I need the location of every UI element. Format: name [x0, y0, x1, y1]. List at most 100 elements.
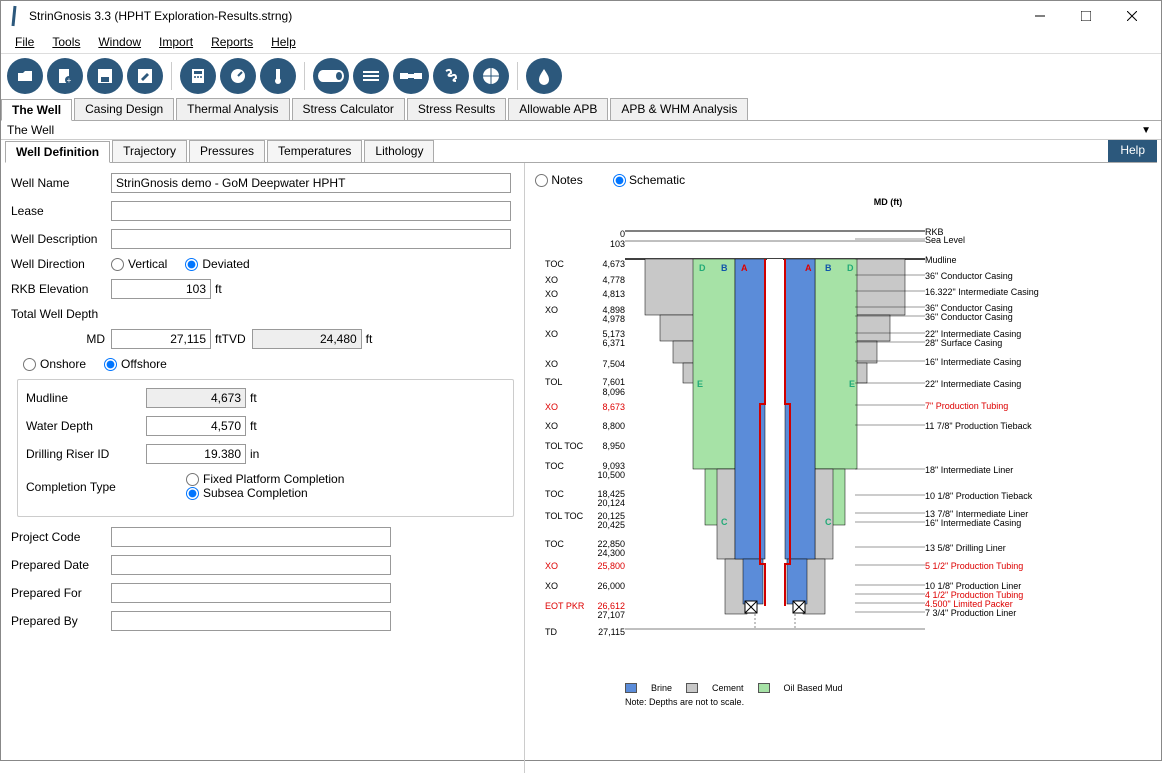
- menu-file[interactable]: File: [7, 33, 42, 51]
- temp-icon[interactable]: [260, 58, 296, 94]
- radio-subsea-completion[interactable]: Subsea Completion: [186, 486, 344, 500]
- riser-unit: in: [250, 447, 259, 461]
- mudline-input: [146, 388, 246, 408]
- mudline-unit: ft: [250, 391, 257, 405]
- gauge-icon[interactable]: [220, 58, 256, 94]
- lease-input[interactable]: [111, 201, 511, 221]
- depth-label: 27,107: [535, 610, 625, 620]
- prepared-date-input[interactable]: [111, 555, 391, 575]
- svg-text:A: A: [805, 263, 812, 273]
- radio-deviated[interactable]: Deviated: [185, 257, 249, 271]
- maximize-button[interactable]: [1063, 1, 1109, 31]
- toolbar: +: [1, 54, 1161, 98]
- casing-icon[interactable]: [313, 58, 349, 94]
- menu-reports[interactable]: Reports: [203, 33, 261, 51]
- md-input[interactable]: [111, 329, 211, 349]
- component-label: 28" Surface Casing: [925, 338, 1095, 348]
- tvd-input: [252, 329, 362, 349]
- tab-apb-whm[interactable]: APB & WHM Analysis: [610, 98, 748, 120]
- depth-label: 0: [535, 229, 625, 239]
- component-label: 7 3/4" Production Liner: [925, 608, 1095, 618]
- depth-label: TD27,115: [535, 627, 625, 637]
- prepared-for-input[interactable]: [111, 583, 391, 603]
- prepared-by-input[interactable]: [111, 611, 391, 631]
- tab-the-well[interactable]: The Well: [1, 99, 72, 121]
- svg-text:B: B: [721, 263, 728, 273]
- prepared-for-label: Prepared For: [11, 586, 111, 600]
- rkb-input[interactable]: [111, 279, 211, 299]
- radio-vertical[interactable]: Vertical: [111, 257, 167, 271]
- subtab-trajectory[interactable]: Trajectory: [112, 140, 187, 162]
- mudline-label: Mudline: [26, 391, 146, 405]
- new-icon[interactable]: +: [47, 58, 83, 94]
- component-label: 11 7/8" Production Tieback: [925, 421, 1095, 431]
- panel-title: The Well: [7, 123, 1137, 137]
- menu-tools[interactable]: Tools: [44, 33, 88, 51]
- menu-import[interactable]: Import: [151, 33, 201, 51]
- radio-schematic[interactable]: Schematic: [613, 173, 685, 187]
- spring-icon[interactable]: [433, 58, 469, 94]
- tvd-unit: ft: [366, 332, 373, 346]
- component-label: Mudline: [925, 255, 1095, 265]
- project-code-input[interactable]: [111, 527, 391, 547]
- connector-icon[interactable]: [393, 58, 429, 94]
- panel-dropdown[interactable]: ▼: [1137, 125, 1155, 136]
- subtab-well-def[interactable]: Well Definition: [5, 141, 110, 163]
- well-name-input[interactable]: [111, 173, 511, 193]
- panel-row: The Well ▼: [1, 121, 1161, 140]
- calc-icon[interactable]: [180, 58, 216, 94]
- string-icon[interactable]: [353, 58, 389, 94]
- svg-text:E: E: [697, 379, 703, 389]
- depth-label: 4,978: [535, 314, 625, 324]
- depth-label: 20,425: [535, 520, 625, 530]
- svg-text:+: +: [67, 76, 72, 85]
- depth-label: TOC4,673: [535, 259, 625, 269]
- radio-notes[interactable]: Notes: [535, 173, 583, 187]
- riser-input[interactable]: [146, 444, 246, 464]
- depth-label: 20,124: [535, 498, 625, 508]
- depth-label: XO4,778: [535, 275, 625, 285]
- svg-text:A: A: [741, 263, 748, 273]
- depth-label: 8,096: [535, 387, 625, 397]
- subtab-lithology[interactable]: Lithology: [364, 140, 434, 162]
- prepared-by-label: Prepared By: [11, 614, 111, 628]
- component-label: Sea Level: [925, 235, 1095, 245]
- depth-label: XO8,673: [535, 402, 625, 412]
- menu-window[interactable]: Window: [90, 33, 149, 51]
- dir-label: Well Direction: [11, 257, 111, 271]
- depth-label: 103: [535, 239, 625, 249]
- tab-casing-design[interactable]: Casing Design: [74, 98, 174, 120]
- lease-label: Lease: [11, 204, 111, 218]
- rkb-unit: ft: [215, 282, 222, 296]
- twd-label: Total Well Depth: [11, 307, 111, 321]
- svg-text:D: D: [699, 263, 706, 273]
- edit-icon[interactable]: [127, 58, 163, 94]
- drop-icon[interactable]: [526, 58, 562, 94]
- subtab-temperatures[interactable]: Temperatures: [267, 140, 362, 162]
- open-icon[interactable]: [7, 58, 43, 94]
- minimize-button[interactable]: [1017, 1, 1063, 31]
- depth-label: XO8,800: [535, 421, 625, 431]
- radio-fixed-completion[interactable]: Fixed Platform Completion: [186, 472, 344, 486]
- svg-text:D: D: [847, 263, 854, 273]
- close-button[interactable]: [1109, 1, 1155, 31]
- depth-label: XO26,000: [535, 581, 625, 591]
- subtab-pressures[interactable]: Pressures: [189, 140, 265, 162]
- radio-onshore[interactable]: Onshore: [23, 357, 86, 371]
- grid-icon[interactable]: [473, 58, 509, 94]
- tab-apb[interactable]: Allowable APB: [508, 98, 608, 120]
- help-button[interactable]: Help: [1108, 140, 1157, 162]
- schematic-svg: DD BB AA EE CC: [625, 209, 925, 639]
- tab-stress-results[interactable]: Stress Results: [407, 98, 506, 120]
- svg-text:C: C: [825, 517, 832, 527]
- menubar: File Tools Window Import Reports Help: [1, 31, 1161, 54]
- schematic-legend: Brine Cement Oil Based Mud: [535, 683, 1151, 693]
- desc-input[interactable]: [111, 229, 511, 249]
- save-icon[interactable]: [87, 58, 123, 94]
- waterdepth-input[interactable]: [146, 416, 246, 436]
- tab-thermal[interactable]: Thermal Analysis: [176, 98, 289, 120]
- radio-offshore[interactable]: Offshore: [104, 357, 167, 371]
- menu-help[interactable]: Help: [263, 33, 304, 51]
- sub-tabs: Well Definition Trajectory Pressures Tem…: [5, 140, 1157, 163]
- tab-stress-calc[interactable]: Stress Calculator: [292, 98, 405, 120]
